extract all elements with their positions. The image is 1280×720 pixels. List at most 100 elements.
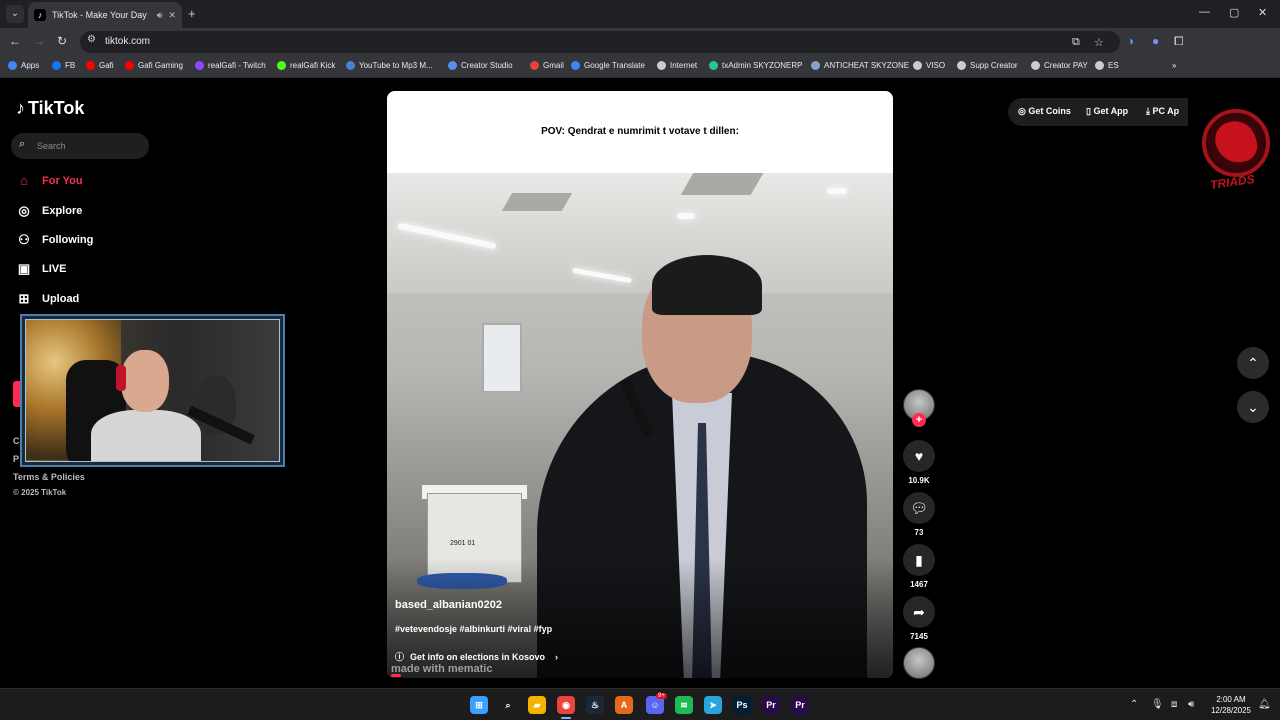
extension-icon[interactable]: ● bbox=[1152, 34, 1159, 48]
bookmark-16[interactable]: ES bbox=[1095, 61, 1119, 70]
nav-live[interactable]: ▣ LIVE bbox=[16, 261, 67, 277]
election-info-link[interactable]: ⓘ Get info on elections in Kosovo › bbox=[395, 650, 558, 663]
more-bookmarks-button[interactable]: » bbox=[1172, 61, 1176, 70]
bookmark-label: Creator PAY bbox=[1044, 61, 1088, 70]
system-clock[interactable]: 2:00 AM 12/28/2025 bbox=[1206, 694, 1256, 716]
tray-overflow-icon[interactable]: ⌃ bbox=[1130, 699, 1138, 710]
bookmark-favicon-icon bbox=[530, 61, 539, 70]
bookmark-2[interactable]: Gafi bbox=[86, 61, 114, 70]
bookmark-14[interactable]: Supp Creator bbox=[957, 61, 1018, 70]
steam-taskbar-icon[interactable]: ♨ bbox=[586, 696, 604, 714]
start-taskbar-icon[interactable]: ⊞ bbox=[470, 696, 488, 714]
bookmark-13[interactable]: VISO bbox=[913, 61, 945, 70]
back-icon[interactable]: ← bbox=[9, 34, 21, 48]
footer-peek-p[interactable]: P bbox=[13, 454, 19, 464]
bookmark-6[interactable]: YouTube to Mp3 M... bbox=[346, 61, 433, 70]
volume-icon[interactable]: 🔊︎ bbox=[1188, 699, 1194, 710]
tiktok-logo[interactable]: ♪ TikTok bbox=[16, 98, 84, 119]
tiktok-favicon-icon: ♪ bbox=[34, 9, 46, 21]
bookmark-8[interactable]: Gmail bbox=[530, 61, 564, 70]
bookmark-label: Apps bbox=[21, 61, 40, 70]
search-placeholder: Search bbox=[37, 141, 66, 151]
bookmark-12[interactable]: ANTICHEAT SKYZONE bbox=[811, 61, 909, 70]
footer-peek-c[interactable]: C bbox=[13, 436, 20, 446]
bookmark-15[interactable]: Creator PAY bbox=[1031, 61, 1088, 70]
url-text[interactable]: tiktok.com bbox=[105, 36, 150, 47]
search-input[interactable]: ⌕ Search bbox=[11, 133, 149, 159]
save-button[interactable]: ▮ bbox=[903, 544, 935, 576]
nav-explore[interactable]: ◎ Explore bbox=[16, 203, 82, 219]
extension-audio-icon[interactable]: ◗ bbox=[1128, 34, 1135, 48]
close-window-button[interactable]: ✕ bbox=[1258, 6, 1267, 19]
nav-upload[interactable]: ⊞ Upload bbox=[16, 291, 80, 307]
comment-button[interactable]: 💬︎ bbox=[903, 492, 935, 524]
get-coins-button[interactable]: ◎ Get Coins bbox=[1018, 106, 1071, 117]
next-video-button[interactable]: ⌄ bbox=[1237, 391, 1269, 423]
save-count: 1467 bbox=[910, 580, 928, 589]
bookmark-favicon-icon bbox=[277, 61, 286, 70]
share-button[interactable]: ➦ bbox=[903, 596, 935, 628]
notification-bell-icon[interactable]: 🔔︎ bbox=[1258, 699, 1271, 710]
network-icon[interactable]: ⧈ bbox=[1171, 699, 1177, 710]
bookmark-9[interactable]: Google Translate bbox=[571, 61, 645, 70]
bookmark-1[interactable]: FB bbox=[52, 61, 75, 70]
site-info-icon[interactable]: ⚙ bbox=[87, 34, 96, 45]
forward-icon[interactable]: → bbox=[33, 34, 45, 48]
like-button[interactable]: ♥ bbox=[903, 440, 935, 472]
get-app-button[interactable]: ▯ Get App bbox=[1086, 106, 1128, 117]
bookmark-3[interactable]: Gafi Gaming bbox=[125, 61, 183, 70]
nav-following[interactable]: ⚇ Following bbox=[16, 232, 93, 248]
bookmark-11[interactable]: txAdmin SKYZONERP bbox=[709, 61, 802, 70]
address-bar[interactable]: ⚙ tiktok.com ⧉ ☆ bbox=[80, 31, 1120, 53]
bookmark-label: Gafi Gaming bbox=[138, 61, 183, 70]
chrome-taskbar-icon[interactable]: ◉ bbox=[557, 696, 575, 714]
nav-label: Explore bbox=[42, 205, 83, 217]
tab-title: TikTok - Make Your Day bbox=[52, 10, 147, 20]
bookmark-label: Gafi bbox=[99, 61, 114, 70]
bookmark-4[interactable]: realGafi - Twitch bbox=[195, 61, 266, 70]
nav-label: Upload bbox=[42, 293, 80, 305]
speaker-hair bbox=[652, 255, 762, 315]
bookmark-favicon-icon bbox=[8, 61, 17, 70]
premiere-2-taskbar-icon[interactable]: Pr bbox=[791, 696, 809, 714]
minimize-button[interactable]: — bbox=[1199, 6, 1210, 18]
telegram-taskbar-icon[interactable]: ➤ bbox=[704, 696, 722, 714]
search-taskbar-icon[interactable]: ⌕ bbox=[499, 696, 517, 714]
new-tab-button[interactable]: + bbox=[188, 6, 196, 21]
maximize-button[interactable]: ▢ bbox=[1229, 6, 1239, 19]
close-tab-icon[interactable]: ✕ bbox=[168, 10, 176, 21]
triads-logo: TRIADS bbox=[1200, 109, 1272, 199]
sound-disc-avatar[interactable] bbox=[903, 647, 935, 679]
bookmark-star-icon[interactable]: ☆ bbox=[1094, 36, 1104, 49]
clock-date: 12/28/2025 bbox=[1210, 706, 1252, 715]
bookmark-label: YouTube to Mp3 M... bbox=[359, 61, 433, 70]
spotify-taskbar-icon[interactable]: ≋ bbox=[675, 696, 693, 714]
photoshop-taskbar-icon[interactable]: Ps bbox=[733, 696, 751, 714]
bookmark-7[interactable]: Creator Studio bbox=[448, 61, 513, 70]
pc-app-button[interactable]: ⤓ PC Ap bbox=[1146, 106, 1179, 117]
bookmark-0[interactable]: Apps bbox=[8, 61, 39, 70]
bookmark-10[interactable]: Internet bbox=[657, 61, 697, 70]
video-progress-bar[interactable] bbox=[391, 674, 401, 677]
video-author[interactable]: based_albanian0202 bbox=[395, 599, 502, 611]
tab-strip: ⌄ ♪ TikTok - Make Your Day 🔊︎ ✕ + — ▢ ✕ bbox=[0, 0, 1280, 28]
tab-search-button[interactable]: ⌄ bbox=[6, 5, 24, 23]
extensions-puzzle-icon[interactable]: ⧠ bbox=[1174, 34, 1184, 49]
install-app-icon[interactable]: ⧉ bbox=[1072, 36, 1080, 49]
terms-policies-link[interactable]: Terms & Policies bbox=[13, 472, 85, 482]
nav-for-you[interactable]: ⌂ For You bbox=[16, 173, 82, 188]
microphone-icon[interactable]: 🎙︎ bbox=[1151, 699, 1164, 710]
previous-video-button[interactable]: ⌃ bbox=[1237, 347, 1269, 379]
video-player[interactable]: POV: Qendrat e numrimit t votave t dille… bbox=[387, 91, 893, 678]
tab-tiktok[interactable]: ♪ TikTok - Make Your Day 🔊︎ ✕ bbox=[28, 2, 182, 28]
reload-icon[interactable]: ↻ bbox=[57, 34, 67, 48]
follow-plus-icon[interactable]: + bbox=[912, 413, 926, 427]
video-hashtags[interactable]: #vetevendosje #albinkurti #viral #fyp bbox=[395, 624, 552, 634]
explorer-taskbar-icon[interactable]: ▰ bbox=[528, 696, 546, 714]
premiere-1-taskbar-icon[interactable]: Pr bbox=[762, 696, 780, 714]
search-icon: ⌕ bbox=[19, 138, 26, 150]
app-a-taskbar-icon[interactable]: A bbox=[615, 696, 633, 714]
bookmark-5[interactable]: realGafi Kick bbox=[277, 61, 335, 70]
bookmark-favicon-icon bbox=[86, 61, 95, 70]
speaker-icon[interactable]: 🔊︎ bbox=[157, 10, 163, 21]
